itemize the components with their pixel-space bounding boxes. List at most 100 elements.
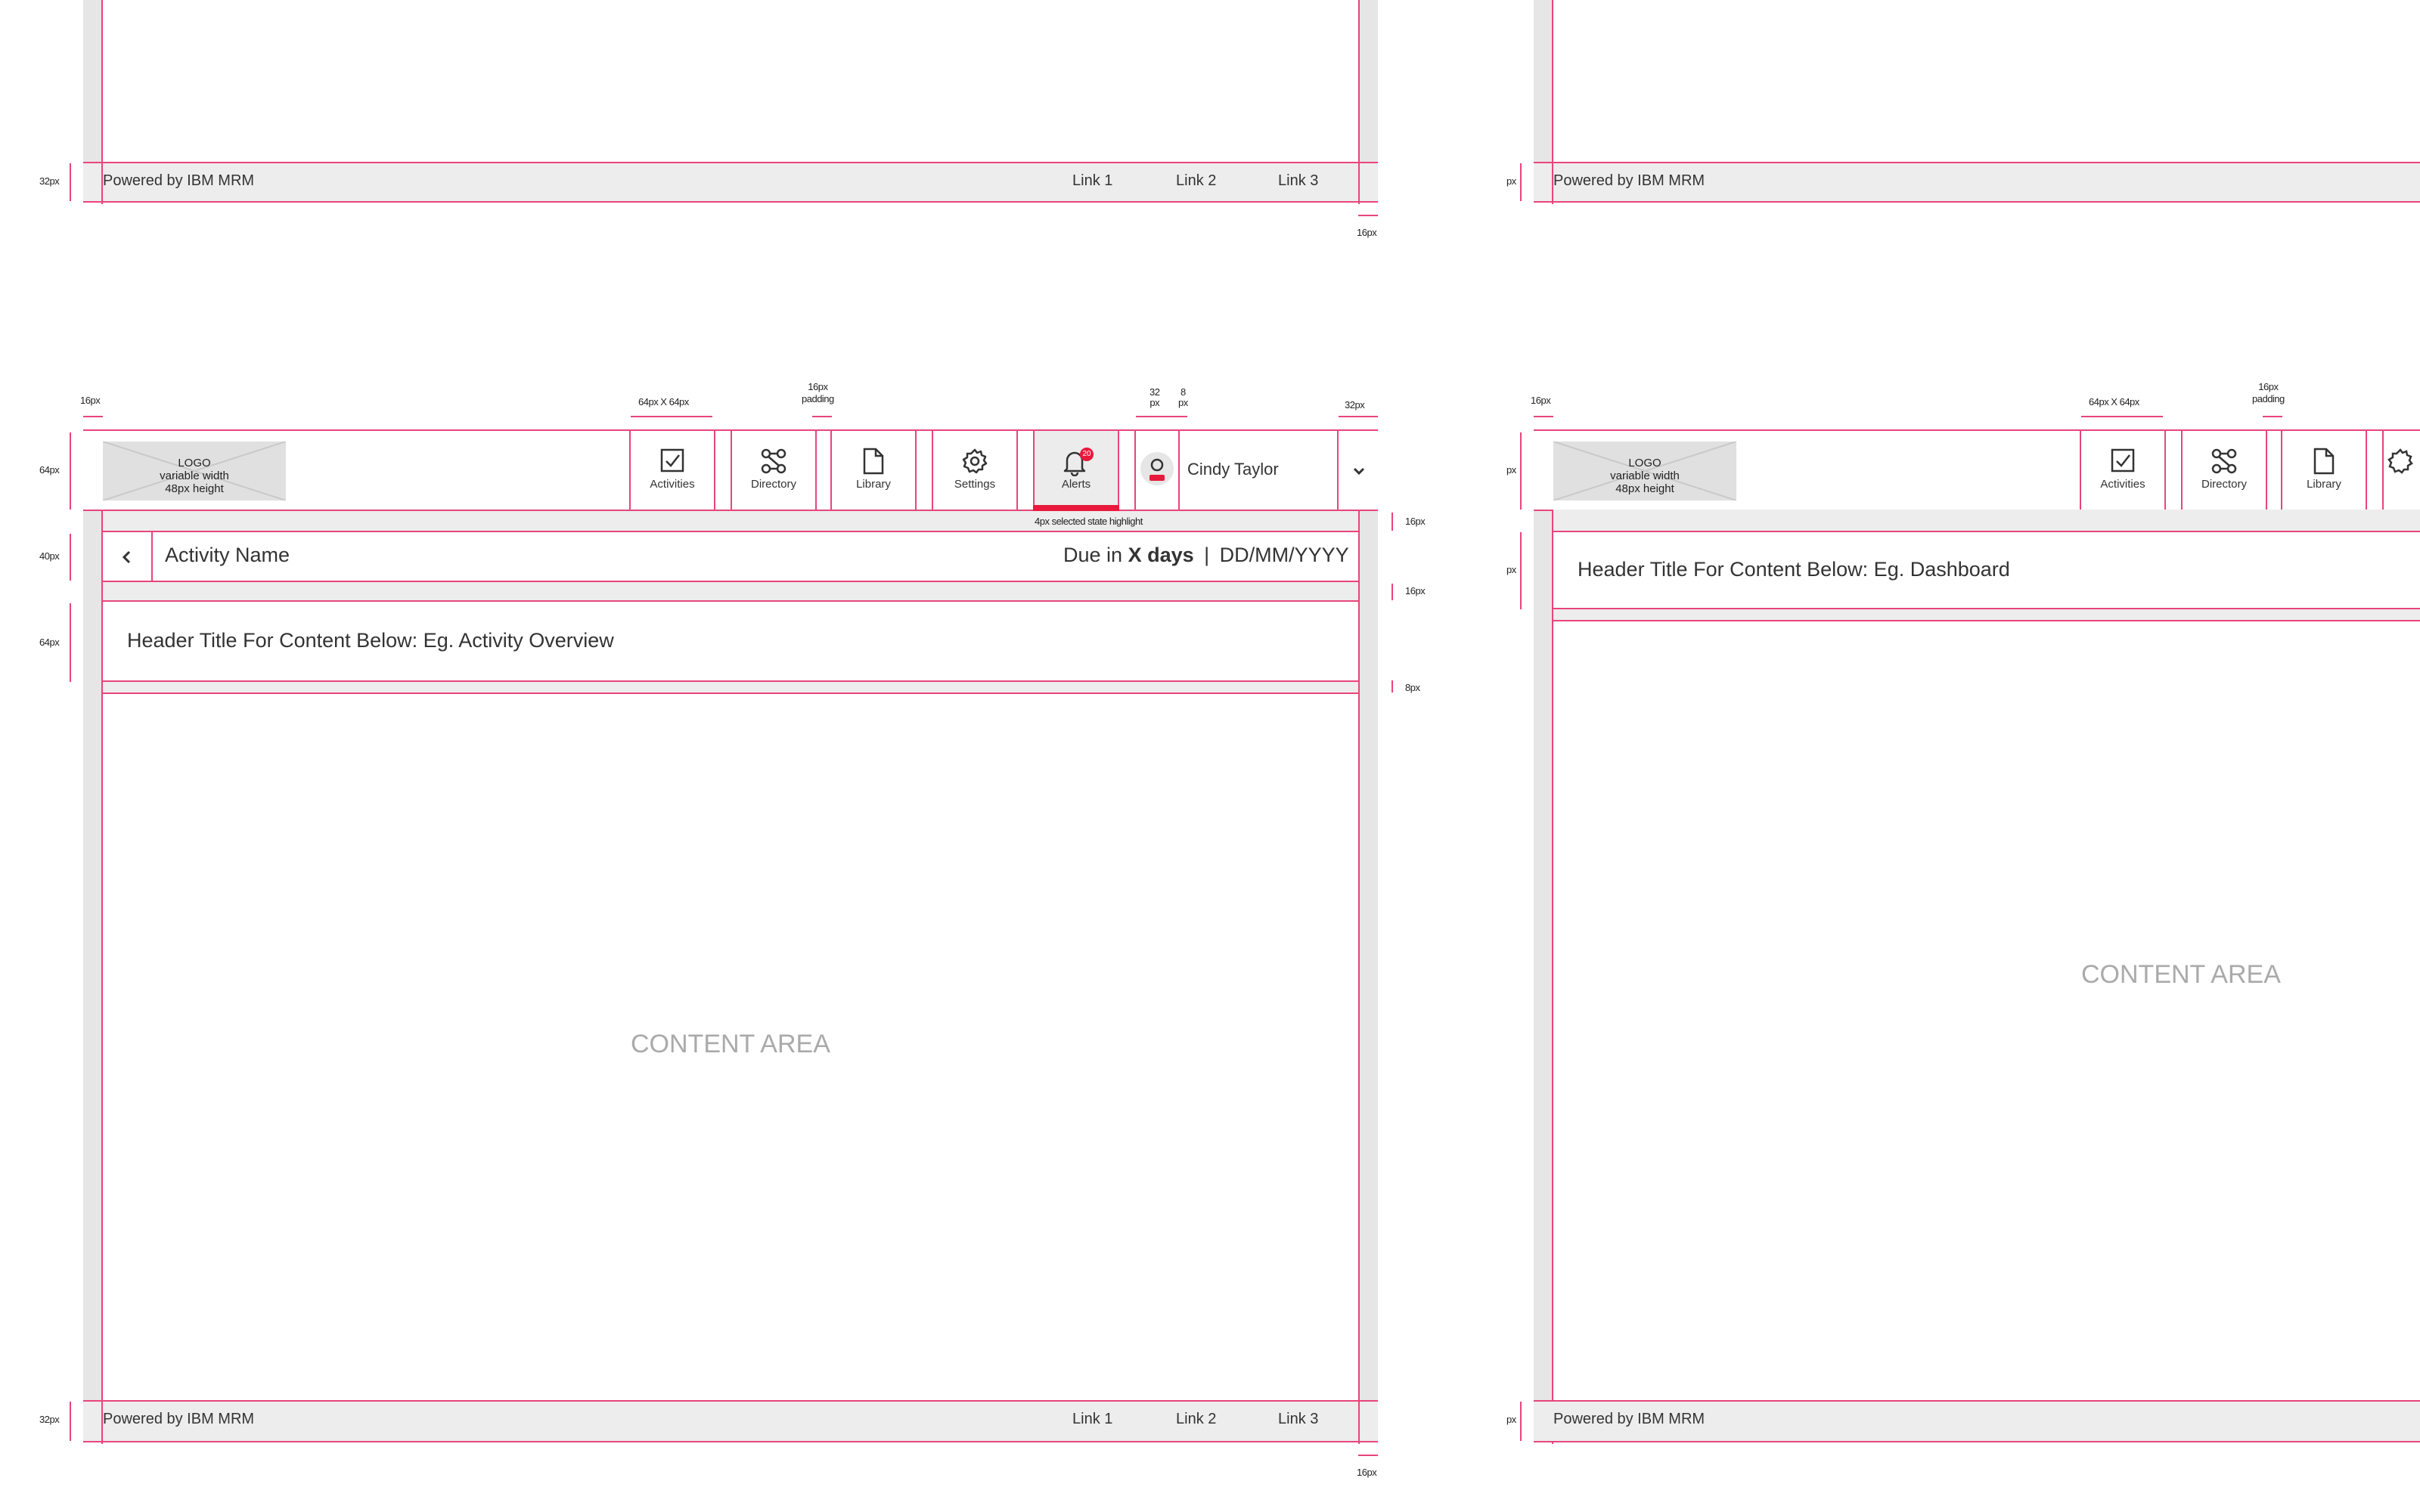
nav-directory-label: Directory [750,478,796,491]
nav-alerts[interactable]: 20 Alerts [1033,431,1119,511]
footer-link-1-main[interactable]: Link 1 [1072,1411,1112,1428]
nav-user-avatar[interactable] [1134,431,1180,510]
strip-under-activity [103,582,1358,602]
annotation-32px-footer: 32px [39,1414,60,1425]
nav-library-label: Library [856,478,891,491]
due-info: Due in X days | DD/MM/YYYY [1063,544,1349,567]
logo-placeholder-right[interactable]: LOGO variable width 48px height [1553,442,1736,500]
logo-text-right: LOGO [1628,457,1661,469]
annotation-40px: 40px [39,550,60,562]
annotation-16px-right-frame: 16px [1531,395,1551,406]
annotation-px-footer-right: px [1506,1414,1516,1425]
annotation-avatar-32-num: 32 [1150,386,1160,398]
annotation-nav-size-right: 64px X 64px [2089,396,2139,407]
due-days: X days [1128,544,1194,566]
annotation-padding-value-right: 16px [2258,381,2279,392]
annotation-8px-gap: 8px [1405,682,1420,693]
checkbox-icon [2111,448,2135,472]
logo-subtext-height: 48px height [165,482,224,495]
annotation-px-title-right: px [1506,564,1516,575]
logo-text: LOGO [178,457,211,469]
annotation-16px-left: 16px [80,395,101,406]
nav-library-label-right: Library [2307,478,2341,491]
user-icon [1150,458,1165,481]
right-gutter [1358,431,1378,1442]
annotation-16px-bottom: 16px [1357,1467,1377,1478]
nav-alerts-label: Alerts [1061,478,1091,491]
annotation-padding-word: padding [802,393,834,404]
avatar [1140,452,1174,485]
footer-powered-by-right-main: Powered by IBM MRM [1553,1411,1705,1427]
directory-icon [2211,448,2237,474]
alerts-badge: 20 [1080,448,1094,461]
annotation-64px-header: 64px [39,464,60,476]
back-button[interactable] [103,532,151,582]
annotation-64px-title: 64px [39,637,60,648]
user-name[interactable]: Cindy Taylor [1187,460,1279,479]
logo-subtext-width: variable width [160,469,229,482]
checkbox-icon [660,448,684,472]
logo-placeholder[interactable]: LOGO variable width 48px height [103,442,286,500]
nav-activities-label-right: Activities [2100,478,2145,491]
page-title-right: Header Title For Content Below: Eg. Dash… [1578,558,2010,581]
gear-icon [2387,448,2413,474]
nav-library-right[interactable]: Library [2281,431,2367,510]
content-area-label-right: CONTENT AREA [2081,960,2281,989]
annotation-padding-right: 16px padding [2252,381,2285,405]
logo-subtext-height-right: 48px height [1615,482,1674,495]
nav-activities[interactable]: Activities [629,431,715,510]
annotation-16px: 16px [1357,227,1377,238]
footer-link-1[interactable]: Link 1 [1072,172,1112,190]
annotation-highlight-note: 4px selected state highlight [1035,516,1143,527]
chevron-down-icon [1353,467,1365,476]
page-title: Header Title For Content Below: Eg. Acti… [127,629,614,652]
document-icon [863,448,884,475]
nav-settings[interactable]: Settings [932,431,1018,510]
footer-link-2-main[interactable]: Link 2 [1176,1411,1216,1428]
annotation-32px-right: 32px [1345,399,1365,411]
footer-powered-by-right: Powered by IBM MRM [1553,172,1705,189]
strip-under-header [103,510,1358,532]
user-menu-toggle[interactable] [1340,454,1378,487]
nav-settings-right-partial[interactable] [2382,431,2420,510]
footer-link-3[interactable]: Link 3 [1278,172,1318,190]
nav-library[interactable]: Library [830,431,917,510]
directory-icon [761,448,786,474]
gear-icon [962,448,988,474]
left-gutter [83,431,103,1442]
strip-under-header-right [1553,510,2420,532]
annotation-padding: 16px padding [802,381,834,405]
nav-directory-right[interactable]: Directory [2181,431,2267,510]
annotation-px: px [1506,175,1516,187]
footer-link-2[interactable]: Link 2 [1176,172,1216,190]
nav-directory[interactable]: Directory [731,431,817,510]
nav-directory-label-right: Directory [2201,478,2247,491]
chevron-left-icon [122,550,131,564]
logo-subtext-width-right: variable width [1610,469,1680,482]
footer-powered-by: Powered by IBM MRM [103,172,255,189]
annotation-padding-word-right: padding [2252,393,2285,404]
annotation-padding-value: 16px [808,381,828,392]
annotation-nav-size: 64px X 64px [638,396,689,407]
annotation-16px-gap1: 16px [1405,516,1426,527]
nav-activities-label: Activities [650,478,695,491]
footer-powered-by-main: Powered by IBM MRM [103,1411,255,1427]
annotation-avatar-8-unit: px [1178,397,1188,408]
footer-link-3-main[interactable]: Link 3 [1278,1411,1318,1428]
annotation-px-header-right: px [1506,464,1516,476]
content-area-label: CONTENT AREA [631,1030,830,1058]
annotation-avatar-32: 32 px [1150,386,1160,408]
annotation-avatar-8-num: 8 [1181,386,1186,398]
document-icon [2313,448,2335,475]
right-frame-gutter [1534,431,1553,1442]
due-date: DD/MM/YYYY [1219,544,1349,566]
nav-settings-label: Settings [954,478,996,491]
selected-state-highlight [1033,505,1119,511]
annotation-32px: 32px [39,175,60,187]
due-prefix: Due in [1063,544,1123,566]
nav-activities-right[interactable]: Activities [2080,431,2166,510]
activity-name: Activity Name [165,544,290,566]
annotation-16px-gap2: 16px [1405,585,1426,596]
annotation-avatar-32-unit: px [1150,397,1160,408]
due-separator: | [1204,544,1210,566]
